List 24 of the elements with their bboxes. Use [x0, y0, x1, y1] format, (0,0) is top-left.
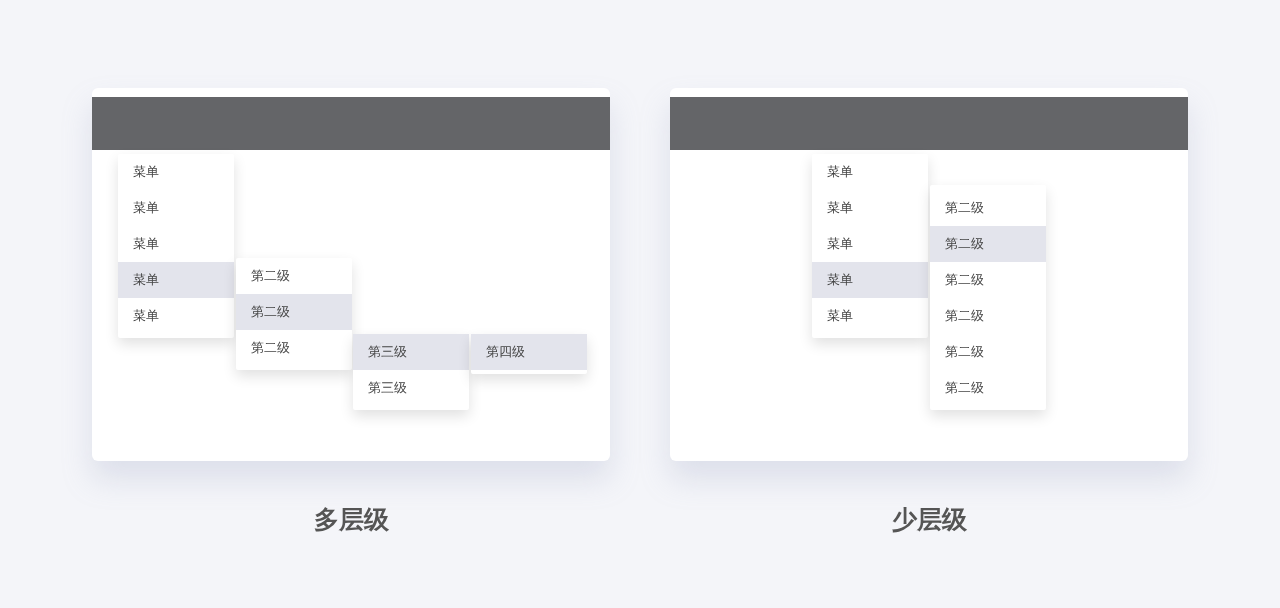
menu-item[interactable]: 菜单 [118, 226, 234, 262]
menu-item[interactable]: 第二级 [930, 334, 1046, 370]
menu-item[interactable]: 菜单 [812, 190, 928, 226]
menu-item[interactable]: 第二级 [930, 190, 1046, 226]
menu-item[interactable]: 第二级 [930, 226, 1046, 262]
menu-item[interactable]: 第三级 [353, 370, 469, 406]
menu-item[interactable]: 第二级 [930, 298, 1046, 334]
menu-item[interactable]: 菜单 [812, 298, 928, 334]
menu-item[interactable]: 菜单 [118, 262, 234, 298]
menu-item[interactable]: 菜单 [118, 154, 234, 190]
menu-item[interactable]: 菜单 [812, 226, 928, 262]
panel-caption: 少层级 [891, 504, 967, 536]
menu-item[interactable]: 第三级 [353, 334, 469, 370]
menu-item[interactable]: 第二级 [236, 258, 352, 294]
menu-item[interactable]: 第四级 [471, 334, 587, 370]
panel-caption: 多层级 [313, 504, 389, 536]
menu-item[interactable]: 菜单 [812, 154, 928, 190]
menu-item[interactable]: 菜单 [118, 190, 234, 226]
menu-item[interactable]: 第二级 [930, 262, 1046, 298]
menu-item[interactable]: 第二级 [930, 370, 1046, 406]
menu-item[interactable]: 菜单 [118, 298, 234, 334]
menu-item[interactable]: 第二级 [236, 294, 352, 330]
menu-item[interactable]: 第二级 [236, 330, 352, 366]
menu-item[interactable]: 菜单 [812, 262, 928, 298]
